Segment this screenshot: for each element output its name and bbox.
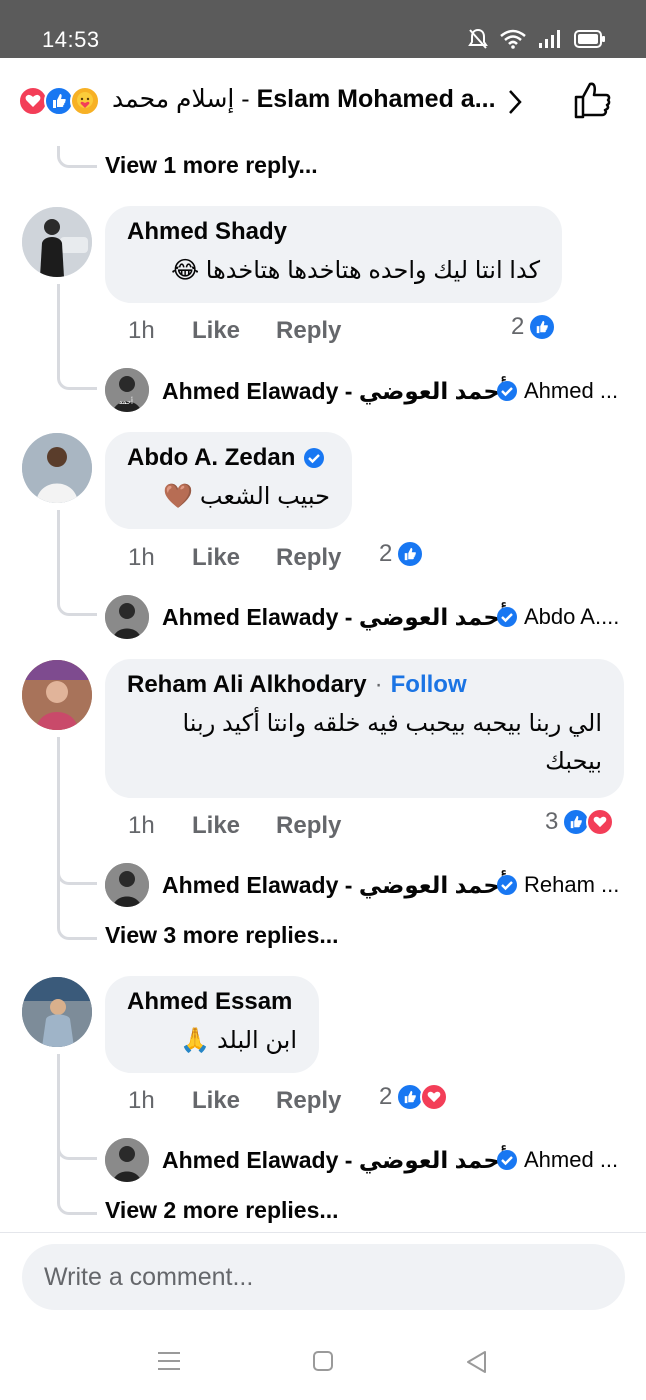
thread-connector (57, 1180, 97, 1215)
thread-connector (57, 360, 97, 390)
reaction-count[interactable]: 2 (379, 1083, 449, 1111)
reaction-count[interactable]: 2 (511, 313, 557, 341)
avatar[interactable] (105, 863, 149, 907)
comment-bubble[interactable]: Reham Ali Alkhodary · Follow الي ربنا بي… (105, 659, 624, 798)
avatar[interactable] (22, 660, 92, 730)
mute-icon (468, 28, 488, 49)
comment-bubble[interactable]: Ahmed Essam ابن البلد 🙏 (105, 976, 319, 1073)
status-icons (468, 28, 606, 50)
avatar[interactable]: ﺃﺣﻤﺪ (105, 368, 149, 412)
back-triangle-icon[interactable] (465, 1350, 487, 1374)
avatar[interactable] (105, 1138, 149, 1182)
divider (0, 1232, 646, 1233)
care-reaction-icon (70, 86, 100, 116)
reply-author[interactable]: Ahmed Elawady - أحمد العوضي (162, 872, 508, 899)
battery-icon (574, 30, 605, 48)
follow-button[interactable]: Follow (391, 671, 467, 699)
header-reactions (18, 86, 100, 116)
verified-badge-icon (497, 1150, 517, 1170)
reply-author[interactable]: Ahmed Elawady - أحمد العوضي (162, 1147, 508, 1174)
like-button[interactable]: Like (192, 544, 240, 572)
view-more-replies-link[interactable]: View 2 more replies... (105, 1197, 339, 1224)
view-more-replies-link[interactable]: View 1 more reply... (105, 152, 318, 179)
status-bar: 14:53 (0, 0, 646, 58)
reply-button[interactable]: Reply (276, 812, 341, 840)
thread-line (57, 737, 60, 917)
post-author-arabic: إسلام محمد - (112, 85, 257, 113)
comment-text: الي ربنا بيحبه بيحبب فيه خلقه وانتا أكيد… (182, 710, 602, 775)
like-button[interactable]: Like (192, 1087, 240, 1115)
thread-connector (57, 586, 97, 616)
svg-text:ﺃﺣﻤﺪ: ﺃﺣﻤﺪ (119, 396, 133, 406)
love-reaction-icon (586, 808, 615, 836)
like-reaction-icon (396, 540, 425, 568)
thread-line (57, 510, 60, 596)
comment-bubble[interactable]: Abdo A. Zedan حبيب الشعب 🤎 (105, 432, 352, 529)
comment-author[interactable]: Ahmed Shady (127, 218, 540, 246)
like-post-icon[interactable] (572, 80, 612, 120)
avatar[interactable] (105, 595, 149, 639)
verified-badge-icon (304, 448, 325, 468)
love-reaction-icon (420, 1083, 449, 1111)
like-button[interactable]: Like (192, 317, 240, 345)
comment-input-placeholder: Write a comment... (44, 1262, 254, 1291)
view-more-replies-link[interactable]: View 3 more replies... (105, 922, 339, 949)
signal-icon (539, 30, 560, 48)
reply-author[interactable]: Ahmed Elawady - أحمد العوضي (162, 604, 508, 631)
reply-button[interactable]: Reply (276, 544, 341, 572)
menu-icon[interactable] (157, 1350, 181, 1372)
comment-time: 1h (128, 1087, 155, 1114)
comment-text: كدا انتا ليك واحده هتاخدها هتاخدها 😂 (171, 257, 540, 284)
status-time: 14:53 (42, 27, 100, 52)
verified-badge-icon (497, 607, 517, 627)
wifi-icon (500, 29, 526, 49)
comment-text: ابن البلد 🙏 (180, 1027, 297, 1054)
thread-connector (57, 1130, 97, 1160)
avatar[interactable] (22, 977, 92, 1047)
avatar[interactable] (22, 207, 92, 277)
comment-bubble[interactable]: Ahmed Shady كدا انتا ليك واحده هتاخدها ه… (105, 206, 562, 303)
reply-author[interactable]: Ahmed Elawady - أحمد العوضي (162, 378, 508, 405)
thread-line (57, 284, 60, 370)
reply-preview[interactable]: Abdo A.... (496, 604, 619, 630)
comment-actions: 1h Like Reply (128, 1087, 377, 1115)
reply-preview[interactable]: Ahmed ... (496, 1147, 618, 1173)
comment-actions: 1h Like Reply (128, 317, 377, 345)
reply-button[interactable]: Reply (276, 1087, 341, 1115)
home-square-icon[interactable] (312, 1350, 334, 1372)
reply-preview[interactable]: Reham ... (496, 872, 619, 898)
comment-author[interactable]: Ahmed Essam (127, 988, 297, 1016)
verified-badge-icon (497, 381, 517, 401)
reaction-count[interactable]: 2 (379, 540, 425, 568)
like-button[interactable]: Like (192, 812, 240, 840)
avatar[interactable] (22, 433, 92, 503)
verified-badge-icon (497, 875, 517, 895)
comment-input[interactable]: Write a comment... (22, 1244, 625, 1310)
system-nav-bar (0, 1330, 646, 1400)
thread-connector (57, 146, 97, 168)
comment-time: 1h (128, 812, 155, 839)
thread-line (57, 1054, 60, 1194)
reply-button[interactable]: Reply (276, 317, 341, 345)
comment-author[interactable]: Reham Ali Alkhodary · Follow (127, 671, 602, 699)
thread-connector (57, 855, 97, 885)
thread-connector (57, 905, 97, 940)
chevron-right-icon[interactable] (506, 88, 524, 116)
comment-time: 1h (128, 317, 155, 344)
comment-text: حبيب الشعب 🤎 (163, 483, 330, 510)
reply-preview[interactable]: Ahmed ... (496, 378, 618, 404)
comment-time: 1h (128, 544, 155, 571)
post-author-title[interactable]: إسلام محمد - Eslam Mohamed a... (112, 84, 496, 114)
comment-author[interactable]: Abdo A. Zedan (127, 444, 330, 472)
post-author-english: Eslam Mohamed a... (256, 85, 496, 113)
comment-actions: 1h Like Reply (128, 544, 377, 572)
like-reaction-icon (528, 313, 557, 341)
comment-actions: 1h Like Reply (128, 812, 377, 840)
reaction-count[interactable]: 3 (545, 808, 615, 836)
post-header[interactable]: إسلام محمد - Eslam Mohamed a... (0, 58, 646, 146)
